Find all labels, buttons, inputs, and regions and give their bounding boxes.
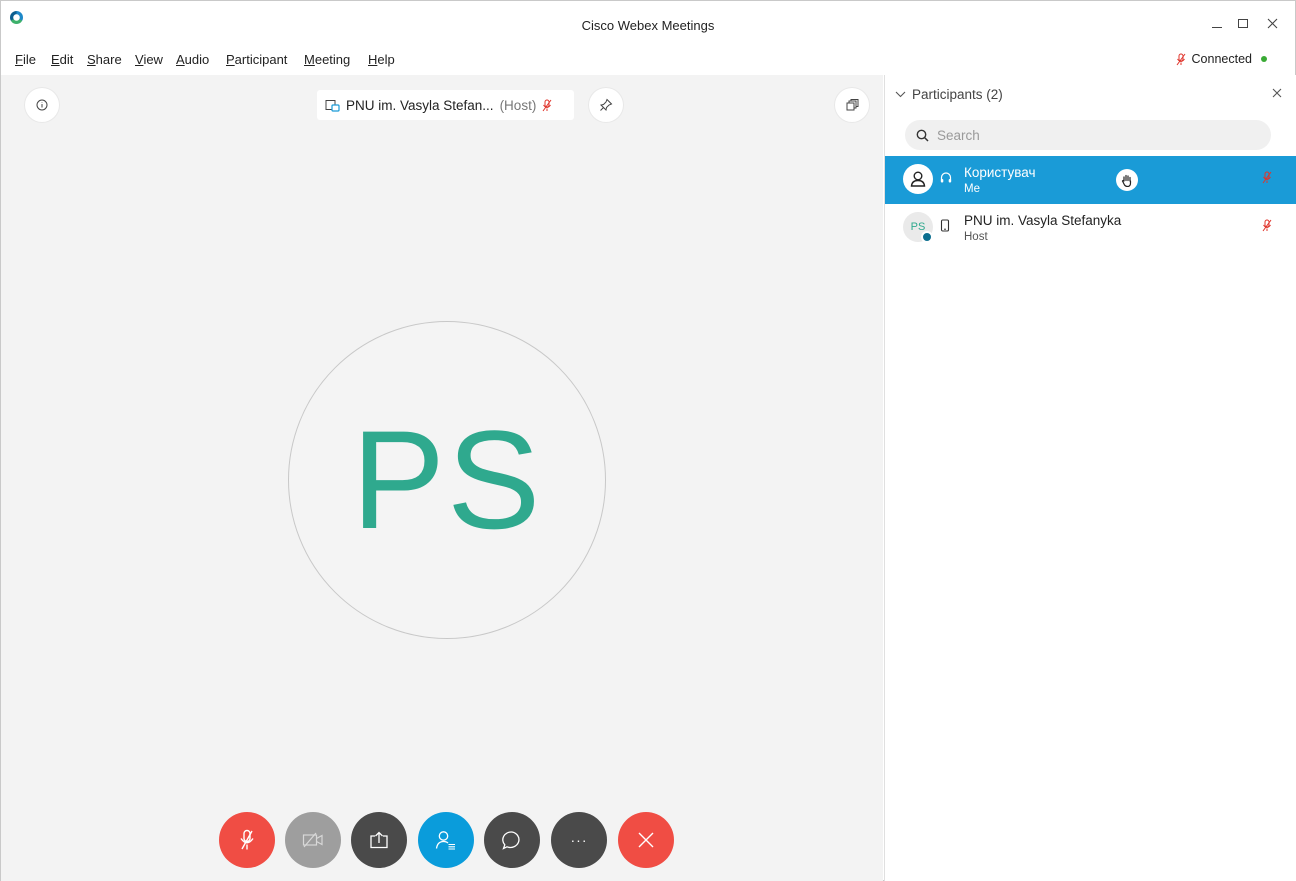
menu-accel: F: [15, 52, 23, 67]
menu-share[interactable]: Share: [87, 52, 122, 67]
avatar: [903, 164, 933, 194]
participants-panel-header[interactable]: Participants (2): [895, 87, 1003, 102]
avatar-initials: PS: [351, 401, 543, 558]
menu-file[interactable]: File: [15, 52, 36, 67]
participant-role: Me: [964, 183, 980, 195]
minimize-button[interactable]: [1206, 13, 1228, 33]
phone-icon: [940, 219, 950, 235]
menu-label: dit: [59, 52, 74, 67]
raise-hand-button[interactable]: [1116, 169, 1138, 191]
close-icon: [638, 832, 654, 848]
menu-accel: S: [87, 52, 96, 67]
participant-name: PNU im. Vasyla Stefanyka: [964, 213, 1122, 228]
menu-label: ile: [22, 52, 36, 67]
active-speaker-name: PNU im. Vasyla Stefan...: [346, 97, 494, 113]
participant-name: Користувач: [964, 165, 1036, 180]
active-speaker-avatar: PS: [288, 321, 606, 639]
maximize-button[interactable]: [1232, 13, 1254, 33]
participants-panel-title: Participants (2): [912, 87, 1003, 102]
chat-button[interactable]: [484, 812, 540, 868]
menu-bar: File Edit Share View Audio Participant M…: [1, 48, 1295, 70]
menu-accel: M: [304, 52, 315, 67]
connection-label: Connected: [1191, 52, 1252, 66]
menu-meeting[interactable]: Meeting: [304, 52, 350, 67]
mic-muted-icon: [542, 99, 552, 111]
webex-window: Cisco Webex Meetings File Edit Share Vie…: [0, 0, 1296, 881]
search-icon: [916, 129, 929, 142]
participant-search: [905, 120, 1271, 150]
menu-view[interactable]: View: [135, 52, 163, 67]
mute-button[interactable]: [219, 812, 275, 868]
user-icon: [910, 171, 926, 187]
chevron-down-icon: [895, 91, 906, 98]
pin-button[interactable]: [589, 88, 623, 122]
menu-accel: A: [176, 52, 185, 67]
menu-participant[interactable]: Participant: [226, 52, 287, 67]
menu-audio[interactable]: Audio: [176, 52, 209, 67]
connection-dot: [1261, 56, 1267, 62]
menu-accel: P: [226, 52, 235, 67]
active-speaker-role: (Host): [499, 97, 537, 113]
menu-label: iew: [143, 52, 163, 67]
minimize-icon: [1212, 26, 1222, 28]
meeting-info-button[interactable]: [25, 88, 59, 122]
menu-label: elp: [377, 52, 395, 67]
title-bar: Cisco Webex Meetings: [1, 1, 1295, 45]
window-title: Cisco Webex Meetings: [581, 18, 715, 33]
layout-button[interactable]: [835, 88, 869, 122]
participants-button[interactable]: [418, 812, 474, 868]
share-icon: [370, 831, 388, 849]
info-icon: [36, 99, 48, 111]
screen-share-icon: [325, 99, 340, 112]
mic-muted-icon: [1176, 53, 1185, 65]
participant-role: Host: [964, 231, 988, 243]
close-icon: [1272, 88, 1282, 98]
mic-muted-icon: [240, 829, 254, 850]
menu-accel: H: [368, 52, 378, 67]
window-close-button[interactable]: [1261, 13, 1283, 33]
active-speaker-label: PNU im. Vasyla Stefan... (Host): [317, 90, 574, 120]
participant-mic-muted-icon[interactable]: [1262, 219, 1272, 235]
close-icon: [1267, 18, 1277, 28]
video-off-icon: [302, 832, 323, 848]
presence-icon: [921, 231, 933, 243]
menu-accel: E: [51, 52, 60, 67]
menu-label: eeting: [314, 52, 351, 67]
participant-row[interactable]: PS PNU im. Vasyla Stefanyka Host: [885, 204, 1296, 252]
video-button[interactable]: [285, 812, 341, 868]
chat-icon: [502, 831, 520, 850]
menu-help[interactable]: Help: [368, 52, 395, 67]
more-icon: ···: [570, 832, 588, 848]
search-input[interactable]: [937, 127, 1237, 143]
headset-icon: [940, 171, 952, 188]
menu-edit[interactable]: Edit: [51, 52, 73, 67]
participant-mic-muted-icon[interactable]: [1262, 171, 1272, 187]
menu-label: udio: [184, 52, 210, 67]
share-button[interactable]: [351, 812, 407, 868]
layout-icon: [846, 99, 858, 111]
maximize-icon: [1238, 18, 1248, 28]
raised-hand-icon: [1121, 174, 1132, 187]
video-stage: PNU im. Vasyla Stefan... (Host) PS ···: [1, 75, 883, 881]
more-options-button[interactable]: ···: [551, 812, 607, 868]
connection-status[interactable]: Connected: [1176, 52, 1267, 66]
pin-icon: [599, 98, 613, 112]
participants-icon: [435, 831, 455, 850]
menu-label: articipant: [234, 52, 288, 67]
participants-panel: Participants (2) Користувач Me: [884, 75, 1296, 881]
participant-row[interactable]: Користувач Me: [885, 156, 1296, 204]
leave-meeting-button[interactable]: [618, 812, 674, 868]
panel-close-button[interactable]: [1272, 85, 1282, 102]
menu-label: hare: [95, 52, 122, 67]
